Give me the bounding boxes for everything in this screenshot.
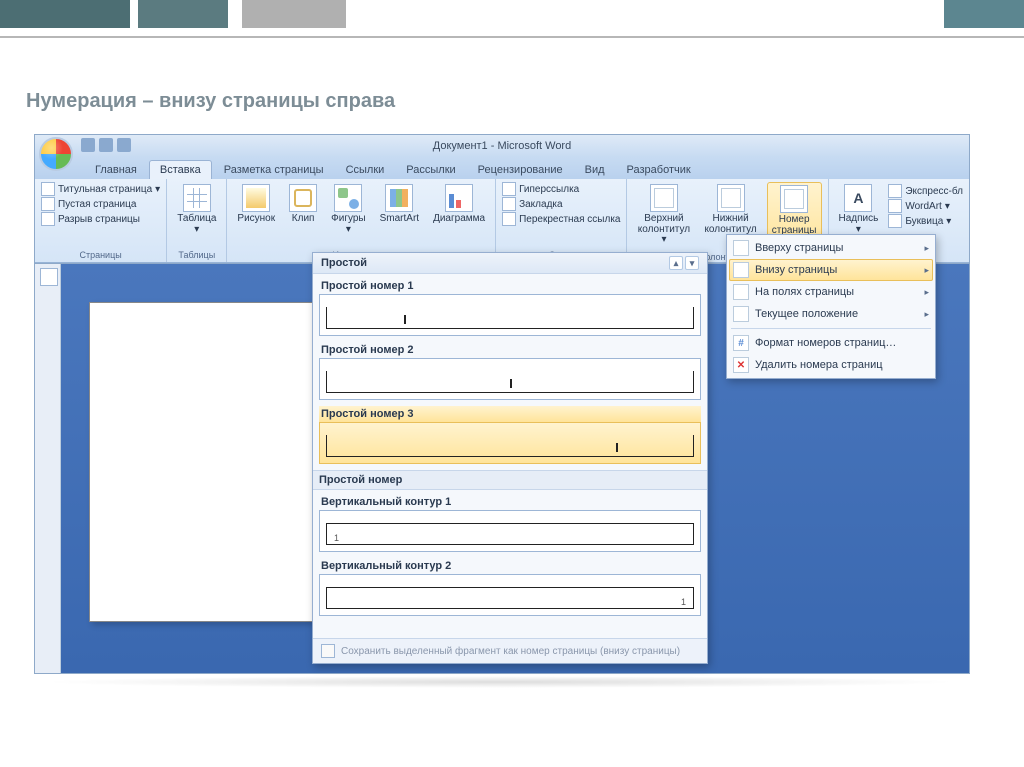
page-number-gallery: Простой ▴▾ Простой номер 1 Простой номер… — [312, 252, 708, 664]
tab-home[interactable]: Главная — [85, 161, 147, 179]
page-bottom-icon — [733, 262, 749, 278]
tab-developer[interactable]: Разработчик — [617, 161, 701, 179]
table-icon — [183, 184, 211, 212]
slide-decoration — [0, 0, 1024, 44]
dropcap-button[interactable]: Буквица ▾ — [888, 214, 963, 228]
smartart-button[interactable]: SmartArt — [376, 182, 423, 227]
gallery-item-plain-3[interactable]: Простой номер 3 — [319, 406, 701, 464]
menu-separator — [731, 328, 931, 329]
crossref-button[interactable]: Перекрестная ссылка — [502, 212, 620, 226]
ribbon-tabs: Главная Вставка Разметка страницы Ссылки… — [35, 157, 969, 179]
gallery-item-vertical-2[interactable]: Вертикальный контур 2 1 — [319, 558, 701, 616]
tab-view[interactable]: Вид — [575, 161, 615, 179]
page-current-icon — [733, 306, 749, 322]
tab-review[interactable]: Рецензирование — [468, 161, 573, 179]
group-pages: Титульная страница ▾ Пустая страница Раз… — [35, 179, 167, 262]
document-page[interactable] — [89, 302, 313, 622]
footer-icon — [717, 184, 745, 212]
shapes-button[interactable]: Фигуры▾ — [327, 182, 369, 237]
table-button[interactable]: Таблица▾ — [173, 182, 220, 237]
save-icon — [321, 644, 335, 658]
shadow — [40, 676, 960, 688]
remove-icon — [733, 357, 749, 373]
group-tables: Таблица▾ Таблицы — [167, 179, 227, 262]
title-page-button[interactable]: Титульная страница ▾ — [41, 182, 160, 196]
quickparts-button[interactable]: Экспресс-бл — [888, 184, 963, 198]
tab-mailings[interactable]: Рассылки — [396, 161, 465, 179]
gallery-item-plain-2[interactable]: Простой номер 2 — [319, 342, 701, 400]
picture-button[interactable]: Рисунок — [233, 182, 279, 227]
tab-layout[interactable]: Разметка страницы — [214, 161, 334, 179]
hyperlink-button[interactable]: Гиперссылка — [502, 182, 620, 196]
page-top-icon — [733, 240, 749, 256]
format-icon — [733, 335, 749, 351]
page-break-button[interactable]: Разрыв страницы — [41, 212, 160, 226]
gallery-save-selection[interactable]: Сохранить выделенный фрагмент как номер … — [313, 638, 707, 663]
office-button[interactable] — [39, 137, 73, 171]
clip-icon — [289, 184, 317, 212]
picture-icon — [242, 184, 270, 212]
header-button[interactable]: Верхний колонтитул ▾ — [633, 182, 694, 248]
menu-top-of-page[interactable]: Вверху страницы▸ — [729, 237, 933, 259]
gallery-subheader: Простой номер — [313, 470, 707, 490]
group-links: Гиперссылка Закладка Перекрестная ссылка… — [496, 179, 627, 262]
page-number-menu: Вверху страницы▸ Внизу страницы▸ На поля… — [726, 234, 936, 379]
page-margins-icon — [733, 284, 749, 300]
slide-title: Нумерация – внизу страницы справа — [26, 90, 395, 113]
menu-bottom-of-page[interactable]: Внизу страницы▸ — [729, 259, 933, 281]
group-illustrations: Рисунок Клип Фигуры▾ SmartArt Диаграмма … — [227, 179, 496, 262]
blank-page-button[interactable]: Пустая страница — [41, 197, 160, 211]
gallery-item-vertical-1[interactable]: Вертикальный контур 1 1 — [319, 494, 701, 552]
shapes-icon — [334, 184, 362, 212]
menu-page-margins[interactable]: На полях страницы▸ — [729, 281, 933, 303]
clip-button[interactable]: Клип — [285, 182, 321, 227]
tab-insert[interactable]: Вставка — [149, 160, 212, 179]
menu-format-numbers[interactable]: Формат номеров страниц… — [729, 332, 933, 354]
textbox-button[interactable]: Надпись▾ — [835, 182, 883, 237]
header-icon — [650, 184, 678, 212]
smartart-icon — [385, 184, 413, 212]
wordart-button[interactable]: WordArt ▾ — [888, 199, 963, 213]
window-title: Документ1 - Microsoft Word — [433, 140, 571, 152]
gallery-scroll[interactable]: ▴▾ — [669, 256, 699, 270]
vertical-ruler — [35, 264, 61, 673]
gallery-header: Простой ▴▾ — [313, 253, 707, 274]
chart-icon — [445, 184, 473, 212]
textbox-icon — [844, 184, 872, 212]
gallery-item-plain-1[interactable]: Простой номер 1 — [319, 278, 701, 336]
tab-references[interactable]: Ссылки — [336, 161, 395, 179]
page-number-icon — [780, 185, 808, 213]
bookmark-button[interactable]: Закладка — [502, 197, 620, 211]
chart-button[interactable]: Диаграмма — [429, 182, 489, 227]
menu-remove-numbers[interactable]: Удалить номера страниц — [729, 354, 933, 376]
window-titlebar: Документ1 - Microsoft Word — [35, 135, 969, 157]
quick-access-toolbar[interactable] — [81, 138, 131, 152]
menu-current-position[interactable]: Текущее положение▸ — [729, 303, 933, 325]
